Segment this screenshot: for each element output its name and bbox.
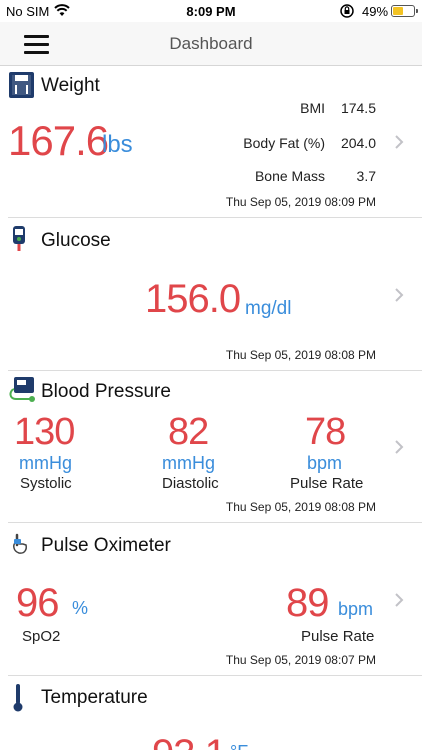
systolic-unit: mmHg (19, 453, 72, 473)
status-bar: No SIM 8:09 PM 49% (0, 0, 422, 22)
battery-icon (391, 5, 418, 17)
systolic-value: 130 (14, 411, 75, 453)
body-fat-value: 204.0 (340, 135, 376, 151)
spo2-unit: % (72, 598, 89, 618)
temperature-value: 93.1 (152, 732, 227, 750)
glucose-value: 156.0 (145, 277, 241, 321)
spo2-label: SpO2 (22, 628, 61, 645)
blood-pressure-title: Blood Pressure (41, 381, 171, 402)
bone-mass-value: 3.7 (356, 168, 376, 184)
weight-value: 167.6 (8, 117, 109, 164)
body-fat-label: Body Fat (%) (243, 135, 325, 151)
systolic-label: Systolic (20, 475, 72, 492)
battery-percent: 49% (362, 4, 389, 19)
blood-pressure-timestamp: Thu Sep 05, 2019 08:08 PM (225, 500, 376, 514)
bmi-value: 174.5 (340, 100, 376, 116)
weight-title: Weight (41, 75, 100, 96)
pulse-oximeter-timestamp: Thu Sep 05, 2019 08:07 PM (225, 653, 376, 667)
diastolic-unit: mmHg (162, 453, 215, 473)
bp-pulse-value: 78 (305, 411, 346, 453)
temperature-unit: °F (230, 742, 248, 750)
orientation-lock-icon (339, 3, 355, 22)
glucose-card[interactable]: Glucose 156.0 mg/dl Thu Sep 05, 2019 08:… (0, 218, 422, 371)
glucose-unit: mg/dl (245, 298, 292, 319)
pulse-oximeter-title: Pulse Oximeter (41, 535, 171, 556)
diastolic-label: Diastolic (162, 475, 219, 492)
glucose-title: Glucose (41, 230, 111, 251)
oximeter-pulse-value: 89 (286, 581, 329, 625)
bp-pulse-unit: bpm (307, 453, 343, 473)
oximeter-pulse-unit: bpm (338, 599, 374, 619)
spo2-value: 96 (16, 581, 59, 625)
pulse-oximeter-icon (11, 533, 29, 560)
bone-mass-label: Bone Mass (254, 168, 325, 184)
temperature-title: Temperature (41, 687, 148, 708)
scale-icon (9, 72, 34, 103)
diastolic-value: 82 (168, 411, 209, 453)
clock: 8:09 PM (186, 4, 236, 19)
thermometer-icon (13, 684, 23, 717)
page-title: Dashboard (169, 34, 253, 53)
chevron-right-icon[interactable] (394, 439, 404, 455)
chevron-right-icon[interactable] (394, 134, 404, 150)
nav-bar: Dashboard (0, 22, 422, 66)
weight-timestamp: Thu Sep 05, 2019 08:09 PM (225, 195, 376, 209)
pulse-oximeter-card[interactable]: Pulse Oximeter 96 % SpO2 89 bpm Pulse Ra… (0, 523, 422, 676)
glucose-meter-icon (12, 226, 26, 257)
chevron-right-icon[interactable] (394, 592, 404, 608)
temperature-card[interactable]: Temperature 93.1 °F (0, 676, 422, 750)
bmi-label: BMI (300, 100, 325, 116)
battery-level (393, 7, 403, 15)
weight-card[interactable]: Weight 167.6 lbs BMI 174.5 Body Fat (%) … (0, 67, 422, 218)
blood-pressure-icon (8, 377, 36, 408)
weight-unit: lbs (102, 131, 133, 158)
bp-pulse-label: Pulse Rate (290, 475, 364, 492)
chevron-right-icon[interactable] (394, 287, 404, 303)
blood-pressure-card[interactable]: Blood Pressure 130 mmHg Systolic 82 mmHg… (0, 371, 422, 523)
oximeter-pulse-label: Pulse Rate (301, 628, 375, 645)
glucose-timestamp: Thu Sep 05, 2019 08:08 PM (225, 348, 376, 362)
